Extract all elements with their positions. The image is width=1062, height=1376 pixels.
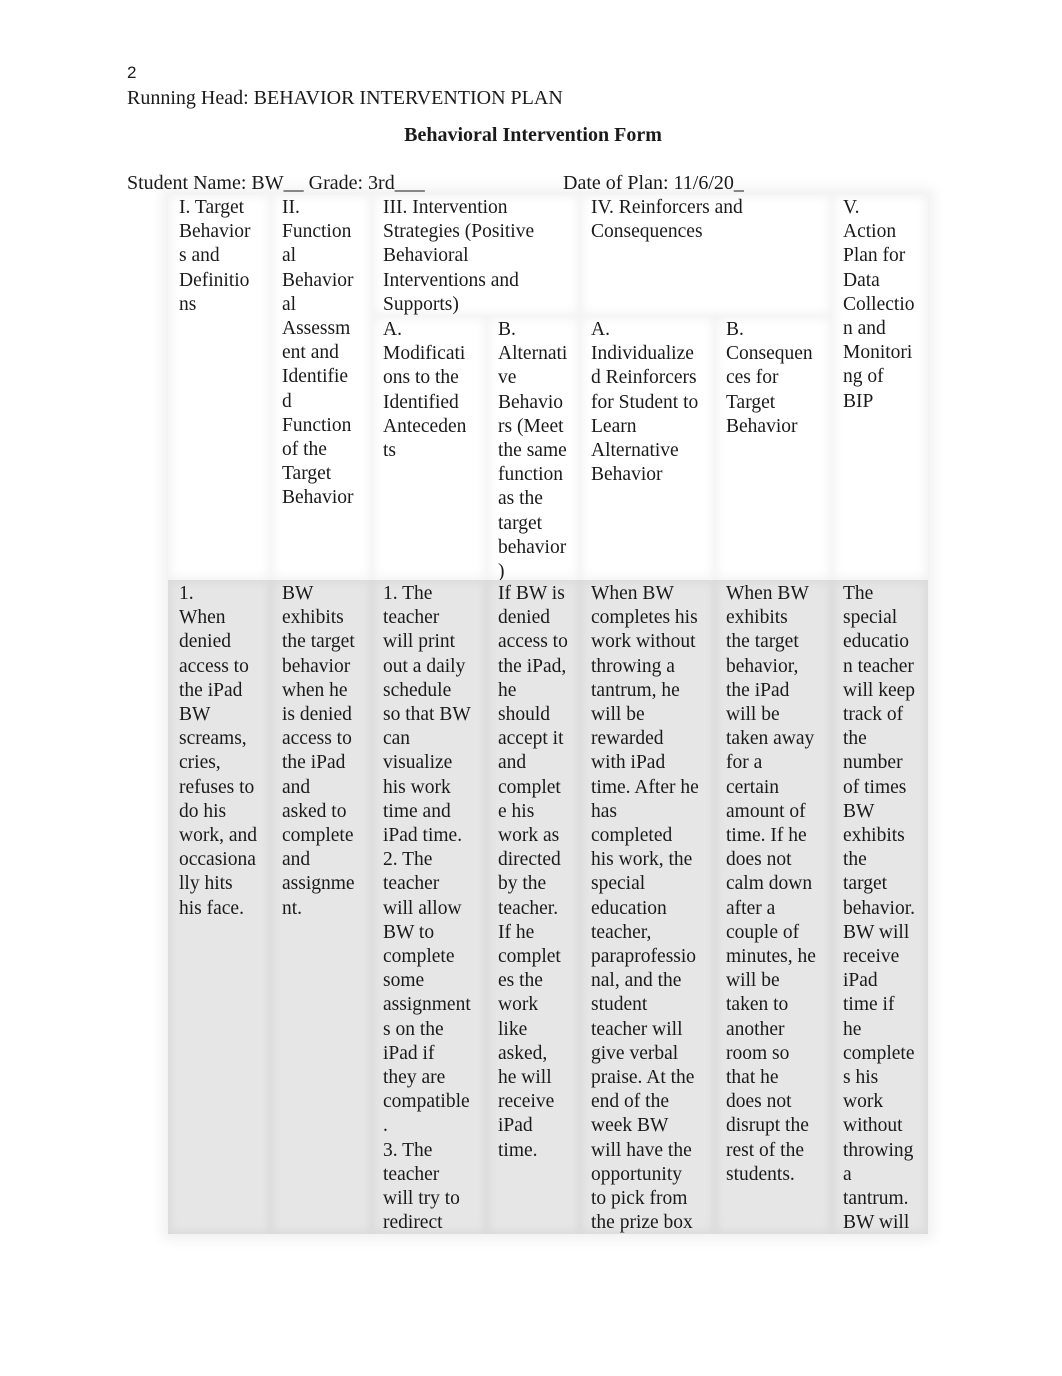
header-action-plan: V. Action Plan for Data Collectio n and … <box>832 194 928 580</box>
row-reinforcers: When BW completes his work without throw… <box>580 580 715 1234</box>
row-target-behavior: 1. When denied access to the iPad BW scr… <box>168 580 271 1234</box>
intervention-table: I. Target Behavior s and Definitio ns II… <box>168 194 928 1234</box>
row-modifications: 1. The teacher will print out a daily sc… <box>372 580 487 1234</box>
row-consequences: When BW exhibits the target behavior, th… <box>715 580 832 1234</box>
header-target-behaviors: I. Target Behavior s and Definitio ns <box>168 194 271 580</box>
page-number: 2 <box>127 63 137 82</box>
running-head: Running Head: BEHAVIOR INTERVENTION PLAN <box>127 87 563 109</box>
row-functional-assessment: BW exhibits the target behavior when he … <box>271 580 372 1234</box>
student-info: Student Name: BW__ Grade: 3rd___ <box>127 172 425 194</box>
header-alternative-behaviors: B. Alternati ve Behavio rs (Meet the sam… <box>487 316 580 582</box>
row-alternative-behaviors: If BW is denied access to the iPad, he s… <box>487 580 580 1234</box>
row-action-plan: The special educatio n teacher will keep… <box>832 580 928 1234</box>
header-reinforcers-consequences: IV. Reinforcers and Consequences <box>580 194 832 316</box>
header-modifications-antecedents: A. Modificati ons to the Identified Ante… <box>372 316 487 580</box>
header-functional-assessment: II. Function al Behavior al Assessm ent … <box>271 194 372 580</box>
plan-date: Date of Plan: 11/6/20_ <box>563 172 744 194</box>
header-consequences-target: B. Consequen ces for Target Behavior <box>715 316 832 580</box>
header-individualized-reinforcers: A. Individualize d Reinforcers for Stude… <box>580 316 715 580</box>
header-intervention-strategies: III. Intervention Strategies (Positive B… <box>372 194 580 316</box>
form-title: Behavioral Intervention Form <box>404 124 662 146</box>
